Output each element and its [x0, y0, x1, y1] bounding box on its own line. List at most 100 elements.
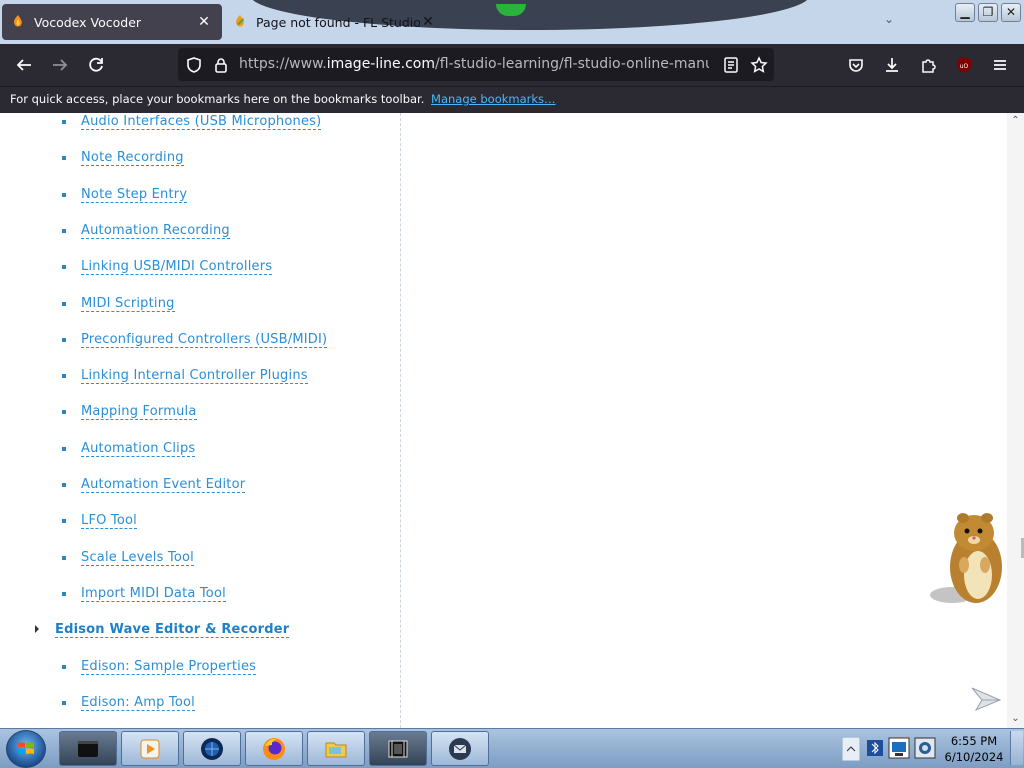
- toc-link[interactable]: Audio Interfaces (USB Microphones): [81, 114, 322, 130]
- bluetooth-tray-icon[interactable]: [866, 739, 884, 757]
- menu-button[interactable]: [988, 53, 1012, 77]
- clock-time: 6:55 PM: [950, 734, 998, 748]
- column-divider: [400, 113, 401, 728]
- tracking-protection-shield-icon[interactable]: [185, 56, 203, 74]
- folder-icon: [325, 742, 347, 757]
- system-tray: [840, 729, 940, 768]
- close-window-button[interactable]: ✕: [1001, 3, 1021, 22]
- page-content: Audio Interfaces (USB Microphones) Note R…: [0, 113, 1007, 728]
- network-tray-icon[interactable]: [888, 737, 910, 759]
- bookmark-star-icon[interactable]: [750, 56, 768, 74]
- navigation-toolbar: https://www.image-line.com/fl-studio-lea…: [0, 44, 1024, 86]
- tab-page-not-found[interactable]: Page not found - FL Studio ✕: [224, 4, 446, 40]
- hamster-mascot-icon[interactable]: [928, 503, 1007, 613]
- toc-link[interactable]: Scale Levels Tool: [81, 550, 194, 566]
- bullet-icon: [62, 556, 66, 560]
- download-icon: [886, 58, 898, 72]
- bullet-icon: [62, 338, 66, 342]
- bookmarks-message: For quick access, place your bookmarks h…: [10, 92, 425, 106]
- fl-studio-favicon-icon: [236, 15, 244, 27]
- taskbar-app-globe[interactable]: [183, 731, 241, 766]
- tab-title: Vocodex Vocoder: [34, 14, 142, 30]
- clock-date: 6/10/2024: [944, 750, 1004, 764]
- toc-link[interactable]: Preconfigured Controllers (USB/MIDI): [81, 332, 328, 348]
- url-bar[interactable]: https://www.image-line.com/fl-studio-lea…: [178, 48, 774, 81]
- forward-button[interactable]: [48, 53, 72, 77]
- svg-text:uO: uO: [960, 63, 969, 70]
- show-desktop-button[interactable]: [1010, 731, 1023, 765]
- terminal-icon: [78, 740, 98, 757]
- tab-vocodex-vocoder[interactable]: Vocodex Vocoder ✕: [2, 4, 222, 40]
- toc-link[interactable]: Import MIDI Data Tool: [81, 586, 226, 602]
- ublock-origin-button[interactable]: uO: [952, 53, 976, 77]
- media-player-icon: [140, 739, 160, 758]
- bookmarks-toolbar: For quick access, place your bookmarks h…: [0, 86, 1024, 113]
- bullet-icon: [62, 229, 66, 233]
- taskbar-app-media-player[interactable]: [121, 731, 179, 766]
- taskbar-clock[interactable]: 6:55 PM 6/10/2024: [940, 733, 1008, 765]
- tab-strip: Vocodex Vocoder ✕ Page not found - FL St…: [0, 0, 1024, 44]
- toc-link[interactable]: Note Recording: [81, 150, 184, 166]
- taskbar-app-mail[interactable]: [431, 731, 489, 766]
- reload-button[interactable]: [84, 53, 108, 77]
- film-strip-icon: [388, 740, 408, 757]
- pocket-icon: [849, 59, 863, 72]
- url-path: /fl-studio-learning/fl-studio-online-man…: [434, 56, 709, 72]
- bullet-icon: [62, 120, 66, 124]
- tab-close-icon[interactable]: ✕: [196, 15, 212, 29]
- url-host: image-line.com: [326, 56, 435, 72]
- lock-icon[interactable]: [212, 56, 230, 74]
- toc-link[interactable]: Note Step Entry: [81, 187, 188, 203]
- tab-close-icon[interactable]: ✕: [420, 15, 436, 29]
- list-all-tabs-icon[interactable]: ⌄: [884, 12, 894, 26]
- toc-link[interactable]: Edison Wave Editor & Recorder: [55, 622, 290, 638]
- page-scrollbar[interactable]: ⌃ ⌄: [1007, 113, 1024, 728]
- scroll-down-icon[interactable]: ⌄: [1010, 713, 1021, 724]
- toc-link[interactable]: Automation Event Editor: [81, 477, 246, 493]
- toc-link[interactable]: Linking Internal Controller Plugins: [81, 368, 308, 384]
- bullet-icon: [62, 156, 66, 160]
- taskbar-app-video-editor[interactable]: [369, 731, 427, 766]
- forward-arrow-icon: [53, 59, 68, 71]
- start-button[interactable]: [6, 730, 46, 768]
- toc-link[interactable]: Automation Clips: [81, 441, 196, 457]
- bullet-icon: [62, 265, 66, 269]
- scroll-up-icon[interactable]: ⌃: [1010, 115, 1021, 126]
- manage-bookmarks-link[interactable]: Manage bookmarks…: [431, 92, 556, 106]
- toc-link[interactable]: Automation Recording: [81, 223, 230, 239]
- show-hidden-icons-icon[interactable]: [842, 737, 860, 761]
- reader-view-icon[interactable]: [722, 56, 740, 74]
- mail-icon: [449, 737, 471, 760]
- toc-link[interactable]: Edison: Amp Tool: [81, 695, 195, 711]
- downloads-button[interactable]: [880, 53, 904, 77]
- taskbar-app-terminal[interactable]: [59, 731, 117, 766]
- back-button[interactable]: [12, 53, 36, 77]
- taskbar-app-firefox[interactable]: [245, 731, 303, 766]
- expand-arrow-icon[interactable]: [35, 625, 39, 633]
- bullet-icon: [62, 483, 66, 487]
- extensions-button[interactable]: [916, 53, 940, 77]
- send-paper-plane-icon[interactable]: [970, 684, 1002, 714]
- minimize-button[interactable]: ▁: [955, 3, 975, 22]
- bullet-icon: [62, 701, 66, 705]
- maximize-button[interactable]: ❐: [978, 3, 998, 22]
- globe-icon: [201, 737, 223, 760]
- toc-link[interactable]: LFO Tool: [81, 513, 137, 529]
- toc-link[interactable]: Mapping Formula: [81, 404, 197, 420]
- back-arrow-icon: [16, 59, 31, 71]
- bullet-icon: [62, 447, 66, 451]
- pocket-button[interactable]: [844, 53, 868, 77]
- toc-link[interactable]: Edison: Sample Properties: [81, 659, 257, 675]
- bullet-icon: [62, 374, 66, 378]
- windows-taskbar: 6:55 PM 6/10/2024: [0, 728, 1024, 768]
- bullet-icon: [62, 302, 66, 306]
- bullet-icon: [62, 592, 66, 596]
- url-prefix: https://www.: [239, 56, 327, 72]
- bullet-icon: [62, 410, 66, 414]
- volume-tray-icon[interactable]: [914, 737, 936, 759]
- taskbar-app-file-explorer[interactable]: [307, 731, 365, 766]
- toc-link[interactable]: MIDI Scripting: [81, 296, 175, 312]
- ublock-origin-icon: uO: [957, 57, 971, 73]
- url-text[interactable]: https://www.image-line.com/fl-studio-lea…: [239, 56, 709, 74]
- toc-link[interactable]: Linking USB/MIDI Controllers: [81, 259, 273, 275]
